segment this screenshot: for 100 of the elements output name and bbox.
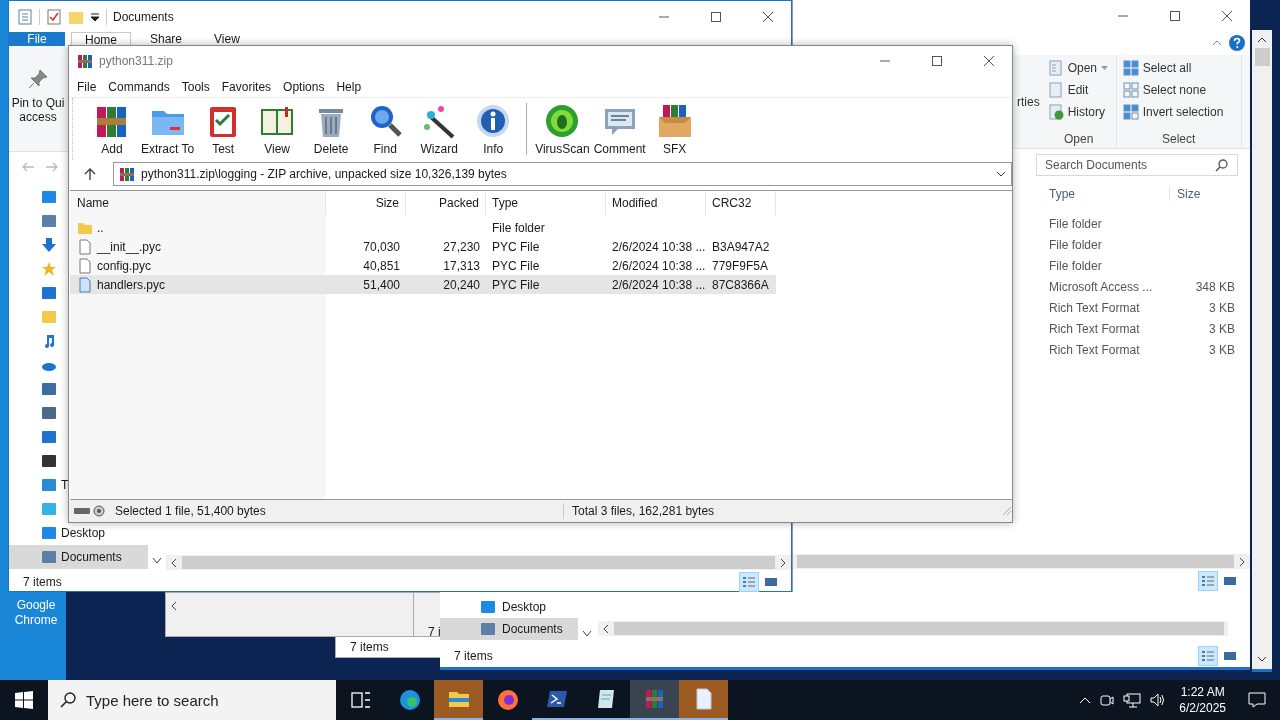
file-row[interactable]: handlers.pyc 51,400 20,240 PYC File 2/6/2024 10:38 ... 87C8366A: [70, 275, 776, 294]
table-cell-text: Rich Text Format: [1049, 342, 1141, 357]
nav-item[interactable]: Documents: [440, 618, 578, 640]
desktop-icon-label[interactable]: Google Chrome: [10, 598, 62, 628]
browser-icon: [495, 688, 520, 712]
menu-item[interactable]: File: [71, 79, 103, 94]
square-icon: [41, 405, 57, 421]
chevron-down-icon[interactable]: [152, 557, 162, 565]
computer-icon: [41, 477, 57, 493]
table-cell-text: Rich Text Format: [1049, 321, 1141, 336]
search-field[interactable]: Type here to search: [48, 680, 336, 720]
up-arrow-icon[interactable]: [83, 167, 97, 181]
chevron-down-icon[interactable]: [996, 170, 1006, 178]
window-title: python311.zip: [99, 54, 173, 68]
close-icon: [983, 55, 995, 67]
toolbar-button[interactable]: SFX: [649, 102, 700, 156]
scrollbar-thumb[interactable]: [1254, 48, 1270, 66]
column-header[interactable]: Type: [486, 191, 606, 215]
group-label: Select: [1161, 132, 1197, 146]
menu-item[interactable]: Commands: [102, 79, 176, 94]
ribbon-button[interactable]: Edit: [1047, 81, 1110, 99]
dropdown-icon[interactable]: [90, 11, 100, 22]
toolbar-button[interactable]: Info: [468, 102, 519, 156]
toolbar-button[interactable]: Test: [198, 102, 249, 156]
column-header[interactable]: CRC32: [706, 191, 776, 215]
ribbon-button[interactable]: Invert selection: [1122, 103, 1235, 121]
collapse-ribbon-icon[interactable]: [1212, 39, 1222, 47]
view-button[interactable]: [1198, 570, 1218, 591]
image-icon: [764, 575, 778, 588]
notification-icon[interactable]: [1248, 692, 1266, 708]
horizontal-scrollbar[interactable]: [793, 554, 1250, 569]
image-icon: [1223, 574, 1237, 587]
view-button[interactable]: [1198, 645, 1218, 666]
ribbon-button[interactable]: History: [1047, 103, 1110, 121]
menu-item[interactable]: Options: [277, 79, 331, 94]
toolbar-button[interactable]: Delete: [306, 102, 357, 156]
square-icon: [41, 285, 57, 301]
checklist-icon[interactable]: [46, 8, 62, 25]
ribbon-button[interactable]: Open: [1047, 59, 1110, 77]
toolbar-button[interactable]: Extract To: [141, 102, 195, 156]
chevron-up-icon[interactable]: [1079, 696, 1092, 704]
table-cell: PYC File: [492, 258, 540, 273]
status-text: Selected 1 file, 51,400 bytes: [115, 504, 267, 518]
column-header[interactable]: Name: [70, 191, 326, 215]
properties-label[interactable]: rties: [1017, 94, 1040, 109]
menu-item[interactable]: Favorites: [215, 79, 278, 94]
table-cell-text: 3 KB: [1208, 300, 1235, 315]
horizontal-scrollbar[interactable]: [598, 621, 1228, 636]
clock[interactable]: 1:22 AM 6/2/2025: [1179, 684, 1226, 716]
nav-item[interactable]: Documents: [9, 545, 148, 569]
toolbar-button[interactable]: Find: [360, 102, 411, 156]
column-header[interactable]: Size: [326, 191, 406, 215]
file-row[interactable]: config.pyc 40,851 17,313 PYC File 2/6/2024 10:38 ... 779F9F5A: [70, 256, 776, 275]
table-cell-text: 3 KB: [1208, 342, 1235, 357]
table-cell: 70,030: [363, 239, 400, 254]
file-row[interactable]: .. File folder: [70, 218, 776, 237]
status-text: 7 items: [23, 574, 62, 589]
pin-button[interactable]: Pin to Qui access: [9, 46, 67, 124]
nav-item[interactable]: Desktop: [9, 525, 106, 541]
network-icon[interactable]: [1123, 692, 1142, 708]
status-text: 7 i: [428, 625, 440, 639]
column-header[interactable]: Size: [1170, 187, 1201, 201]
toolbar-button[interactable]: Wizard: [414, 102, 465, 156]
search-field[interactable]: Search Documents: [1036, 154, 1238, 176]
column-header[interactable]: Type: [1041, 187, 1170, 201]
toolbar-button[interactable]: Comment: [593, 102, 646, 156]
file-row[interactable]: __init__.pyc 70,030 27,230 PYC File 2/6/2024 10:38 ... B3A947A2: [70, 237, 776, 256]
horizontal-scrollbar[interactable]: [166, 555, 791, 570]
table-cell-text: 348 KB: [1194, 279, 1235, 294]
list-icon: [742, 575, 756, 588]
table-cell: 2/6/2024 10:38 ...: [612, 277, 706, 292]
column-header[interactable]: Modified: [606, 191, 706, 215]
table-cell-text: Rich Text Format: [1049, 300, 1141, 315]
ribbon-tab[interactable]: File: [9, 32, 65, 46]
books-icon: [77, 53, 93, 69]
nav-item[interactable]: Desktop: [440, 596, 578, 618]
menu-item[interactable]: Help: [330, 79, 368, 94]
resize-grip-icon[interactable]: [1002, 506, 1012, 516]
table-cell: 20,240: [443, 277, 480, 292]
help-icon[interactable]: [1228, 34, 1246, 52]
chevron-down-icon[interactable]: [582, 630, 592, 638]
toolbar-button[interactable]: View: [252, 102, 303, 156]
camera-icon[interactable]: [1099, 692, 1116, 708]
toolbar-button[interactable]: VirusScan: [535, 102, 590, 156]
table-cell: 779F9F5A: [712, 258, 769, 273]
table-cell-text: Microsoft Access ...: [1049, 279, 1154, 294]
table-cell: File folder: [492, 220, 545, 235]
toolbar-button[interactable]: Add: [87, 102, 137, 156]
table-cell: 2/6/2024 10:38 ...: [612, 239, 706, 254]
nav-item[interactable]: T: [9, 477, 69, 493]
ribbon-button[interactable]: Select none: [1122, 81, 1235, 99]
menu-item[interactable]: Tools: [175, 79, 216, 94]
down-arrow-icon: [41, 237, 57, 253]
view-button[interactable]: [739, 571, 759, 592]
address-field[interactable]: python311.zip\logging - ZIP archive, unpacked size 10,326,139 bytes: [113, 162, 1012, 186]
ribbon-tab[interactable]: View: [201, 32, 253, 46]
ribbon-tab[interactable]: Home: [71, 32, 131, 46]
ribbon-button[interactable]: Select all: [1122, 59, 1235, 77]
ribbon-tab[interactable]: Share: [137, 32, 196, 46]
column-header[interactable]: Packed: [406, 191, 486, 215]
